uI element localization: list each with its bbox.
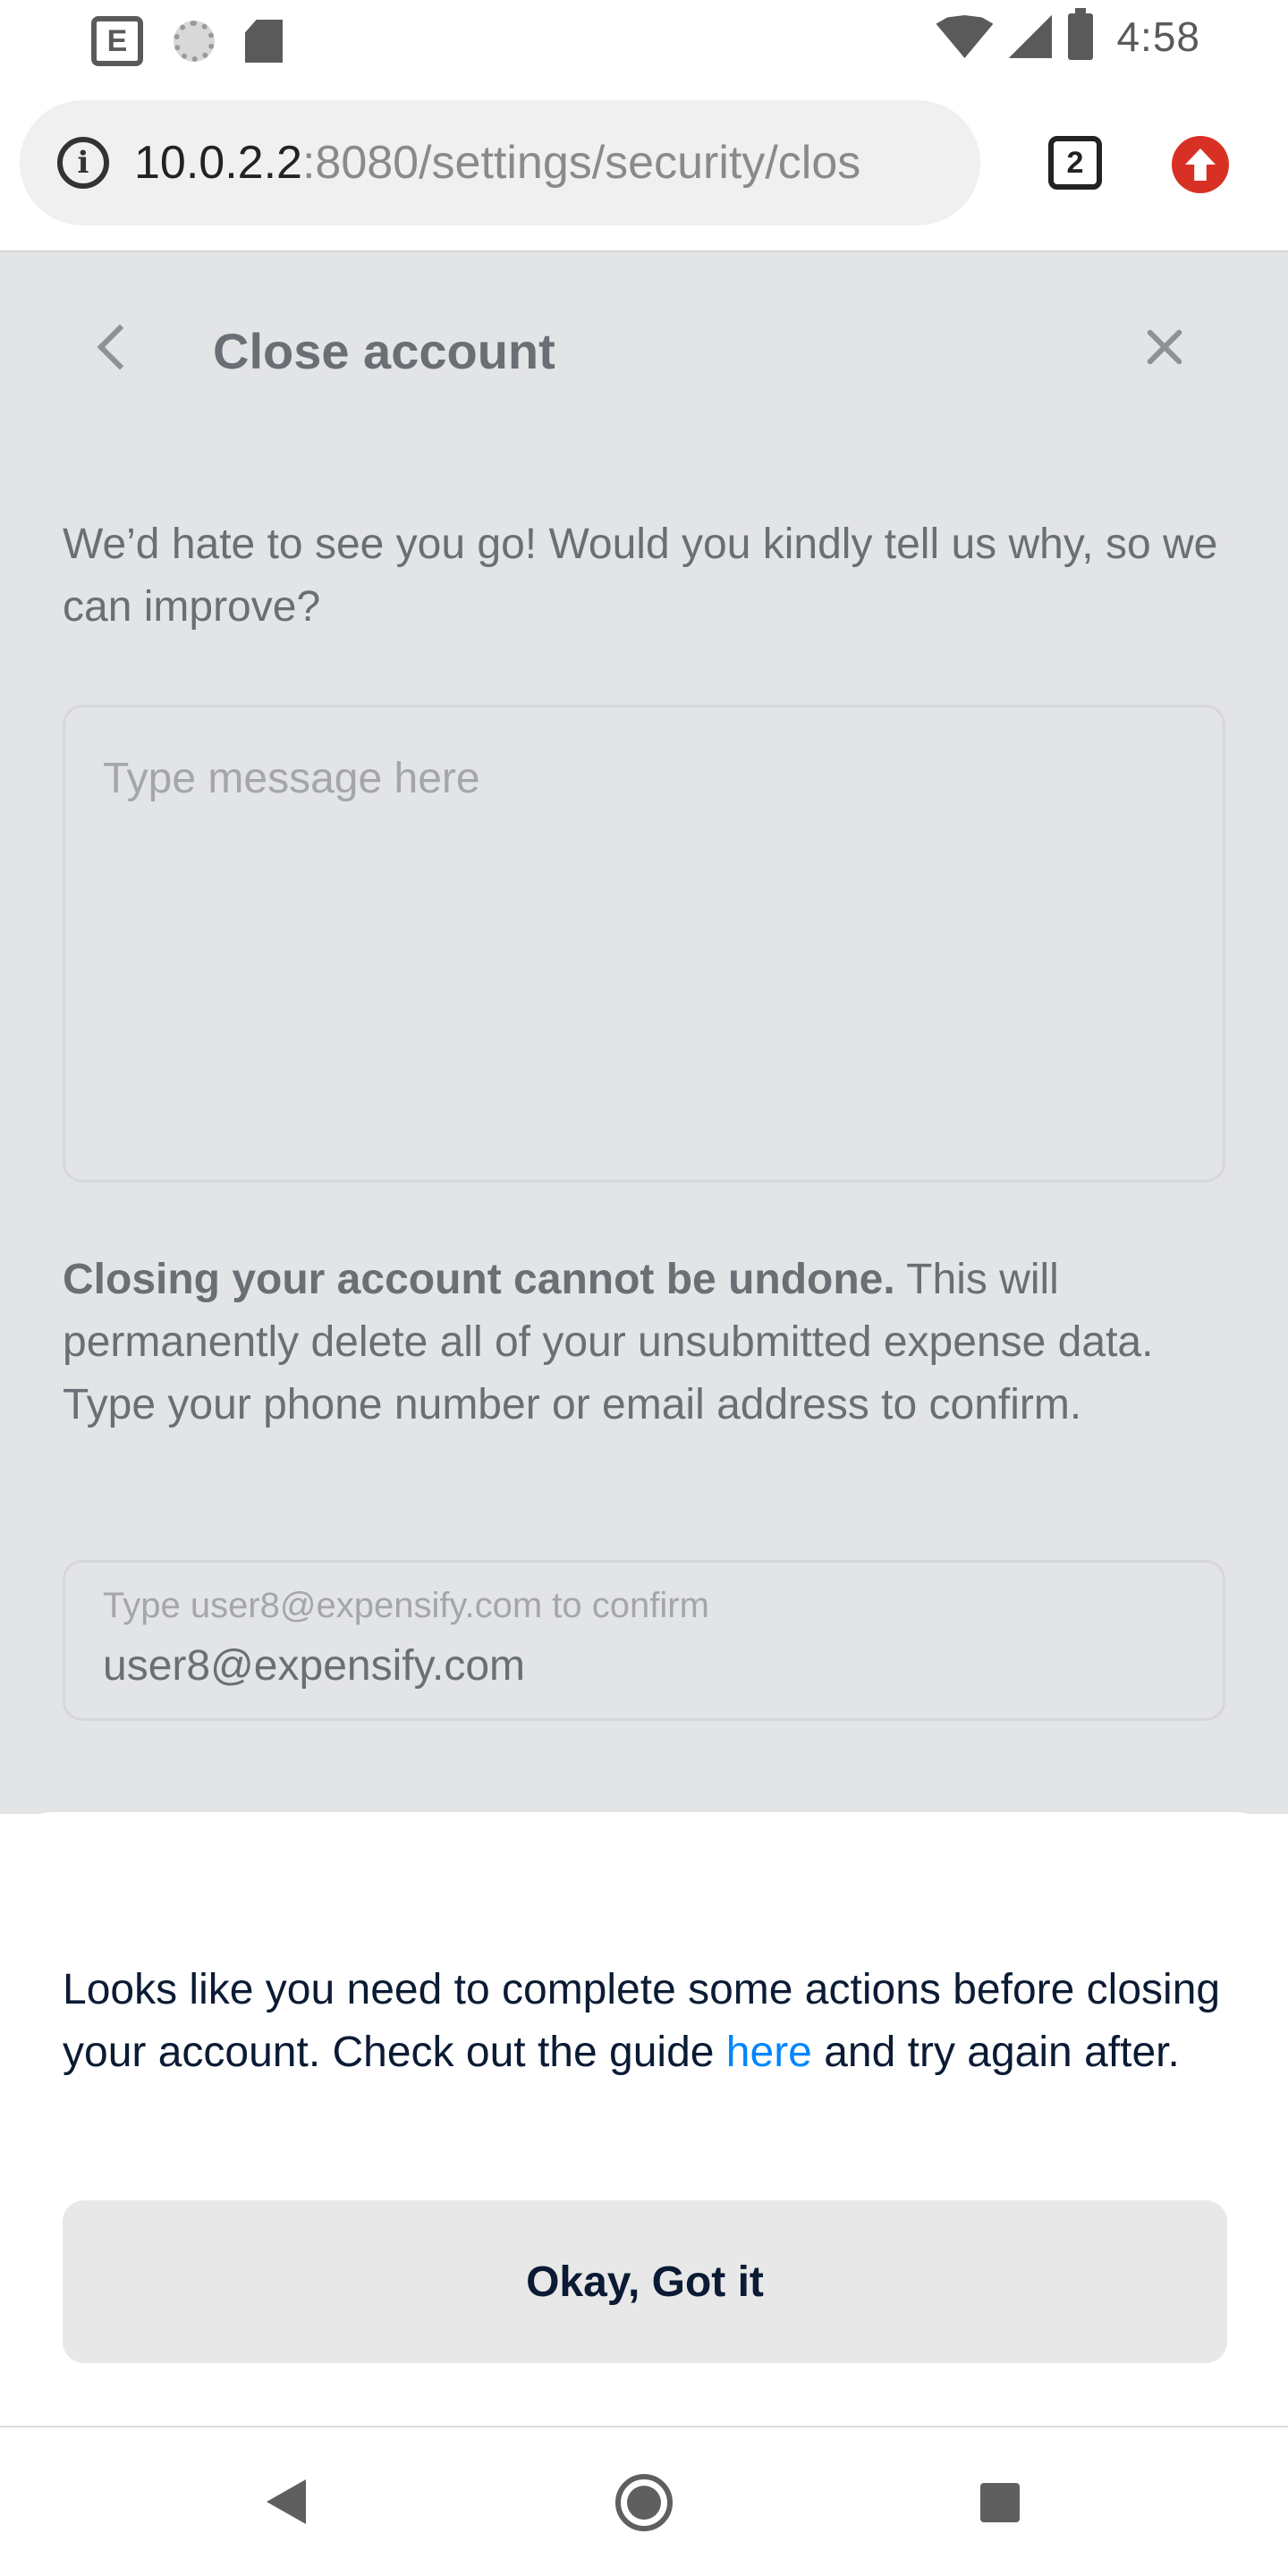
status-bar: E 4:58 — [0, 0, 1288, 77]
status-time: 4:58 — [1116, 13, 1200, 60]
page-title: Close account — [213, 323, 555, 379]
guide-link[interactable]: here — [726, 2029, 812, 2076]
url-host: 10.0.2.2 — [134, 137, 302, 189]
message-placeholder: Type message here — [103, 755, 480, 802]
warning-bold: Closing your account cannot be undone. — [63, 1256, 895, 1303]
bottom-sheet-modal: Looks like you need to complete some act… — [0, 1812, 1288, 2426]
sheet-text-after: and try again after. — [811, 2029, 1180, 2076]
confirm-email-field[interactable]: Type user8@expensify.com to confirm user… — [63, 1560, 1225, 1721]
nav-back-icon[interactable] — [267, 2479, 306, 2524]
page-header: Close account — [0, 252, 1288, 449]
sd-card-icon — [245, 20, 283, 63]
address-bar[interactable]: i 10.0.2.2:8080/settings/security/clos — [20, 100, 980, 225]
android-nav-bar — [0, 2426, 1288, 2576]
close-icon[interactable] — [1143, 326, 1186, 369]
url-path: :8080/settings/security/clos — [301, 137, 861, 189]
status-bar-left: E — [91, 16, 283, 66]
update-available-icon[interactable] — [1172, 136, 1229, 193]
okay-got-it-button[interactable]: Okay, Got it — [63, 2200, 1227, 2363]
nav-home-icon[interactable] — [615, 2474, 673, 2531]
wifi-icon — [936, 15, 994, 58]
signal-icon — [1009, 15, 1053, 58]
status-bar-right: 4:58 — [936, 8, 1200, 61]
reason-message-input[interactable]: Type message here — [63, 705, 1225, 1182]
sheet-message: Looks like you need to complete some act… — [63, 1959, 1243, 2084]
battery-icon — [1068, 8, 1094, 60]
screen: E 4:58 i 10.0.2.2:8080/settings/security… — [0, 0, 1288, 2576]
expensify-notification-icon: E — [91, 16, 143, 66]
info-icon[interactable]: i — [57, 137, 109, 189]
back-chevron-icon[interactable] — [97, 324, 143, 370]
loading-icon — [174, 21, 215, 62]
warning-text: Closing your account cannot be undone. T… — [63, 1249, 1234, 1436]
confirm-field-label: Type user8@expensify.com to confirm — [103, 1586, 709, 1625]
browser-toolbar: i 10.0.2.2:8080/settings/security/clos 2 — [0, 77, 1288, 252]
confirm-field-value: user8@expensify.com — [103, 1642, 526, 1690]
reason-prompt: We’d hate to see you go! Would you kindl… — [63, 521, 1218, 631]
tab-switcher-button[interactable]: 2 — [1048, 136, 1102, 190]
arrow-up-icon — [1185, 148, 1216, 181]
close-account-page: Close account We’d hate to see you go! W… — [0, 252, 1288, 1814]
url-text[interactable]: 10.0.2.2:8080/settings/security/clos — [134, 136, 957, 190]
nav-recents-icon[interactable] — [980, 2483, 1020, 2522]
